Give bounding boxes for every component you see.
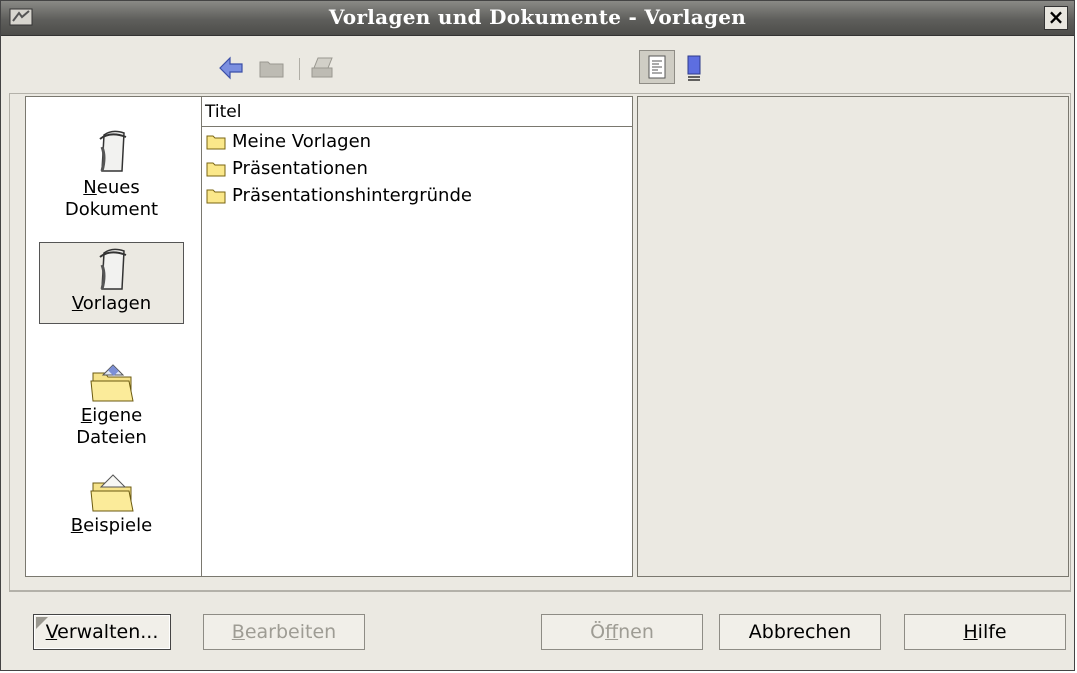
edit-button[interactable]: Bearbeiten bbox=[203, 614, 365, 650]
samples-folder-icon bbox=[89, 474, 134, 512]
button-bar-separator bbox=[9, 591, 1071, 592]
preview-pane bbox=[637, 96, 1069, 577]
column-header-title[interactable]: Titel bbox=[202, 97, 632, 127]
nav-item-samples[interactable]: Beispiele bbox=[39, 469, 184, 549]
nav-item-new-document[interactable]: Neues Dokument bbox=[39, 127, 184, 227]
print-icon[interactable] bbox=[310, 56, 336, 80]
manage-button[interactable]: Verwalten... bbox=[33, 614, 171, 650]
list-item[interactable]: Präsentationshintergründe bbox=[206, 182, 472, 210]
list-item[interactable]: Präsentationen bbox=[206, 155, 368, 183]
preview-view-icon[interactable] bbox=[684, 52, 704, 84]
window-title: Vorlagen und Dokumente - Vorlagen bbox=[328, 5, 747, 29]
list-item[interactable]: Meine Vorlagen bbox=[206, 128, 371, 156]
nav-label-samples: Beispiele bbox=[70, 515, 153, 536]
close-icon: × bbox=[1047, 5, 1065, 29]
open-button[interactable]: Öffnen bbox=[541, 614, 703, 650]
my-documents-folder-icon bbox=[89, 364, 134, 402]
toolbar-separator bbox=[299, 58, 300, 80]
folder-icon bbox=[206, 135, 226, 150]
folder-up-icon[interactable] bbox=[259, 58, 285, 78]
new-document-icon bbox=[98, 130, 126, 172]
toolbar bbox=[1, 36, 1074, 94]
nav-label-new-document: Neues bbox=[83, 177, 140, 198]
menu-indicator-icon bbox=[36, 617, 48, 629]
folder-icon bbox=[206, 189, 226, 204]
nav-label-templates: Vorlagen bbox=[71, 293, 152, 314]
template-list: Titel Meine Vorlagen Präsentationen Präs… bbox=[201, 96, 633, 577]
back-arrow-icon[interactable] bbox=[218, 56, 244, 80]
category-navigation: Neues Dokument Vorlagen Eigene Dateien B… bbox=[25, 96, 202, 577]
cancel-button[interactable]: Abbrechen bbox=[719, 614, 881, 650]
folder-icon bbox=[206, 162, 226, 177]
close-button[interactable]: × bbox=[1044, 6, 1068, 30]
nav-item-my-documents[interactable]: Eigene Dateien bbox=[39, 359, 184, 459]
templates-icon bbox=[98, 248, 126, 290]
nav-label-my-documents: Eigene bbox=[80, 405, 143, 426]
nav-label-new-document-line2: Dokument bbox=[64, 199, 159, 220]
help-button[interactable]: Hilfe bbox=[904, 614, 1066, 650]
nav-item-templates[interactable]: Vorlagen bbox=[39, 242, 184, 324]
templates-dialog: Vorlagen und Dokumente - Vorlagen × Neue… bbox=[0, 0, 1075, 671]
document-view-button[interactable] bbox=[639, 50, 675, 84]
document-view-icon bbox=[648, 55, 666, 79]
nav-label-my-documents-line2: Dateien bbox=[76, 427, 147, 448]
title-bar[interactable]: Vorlagen und Dokumente - Vorlagen × bbox=[1, 1, 1074, 36]
